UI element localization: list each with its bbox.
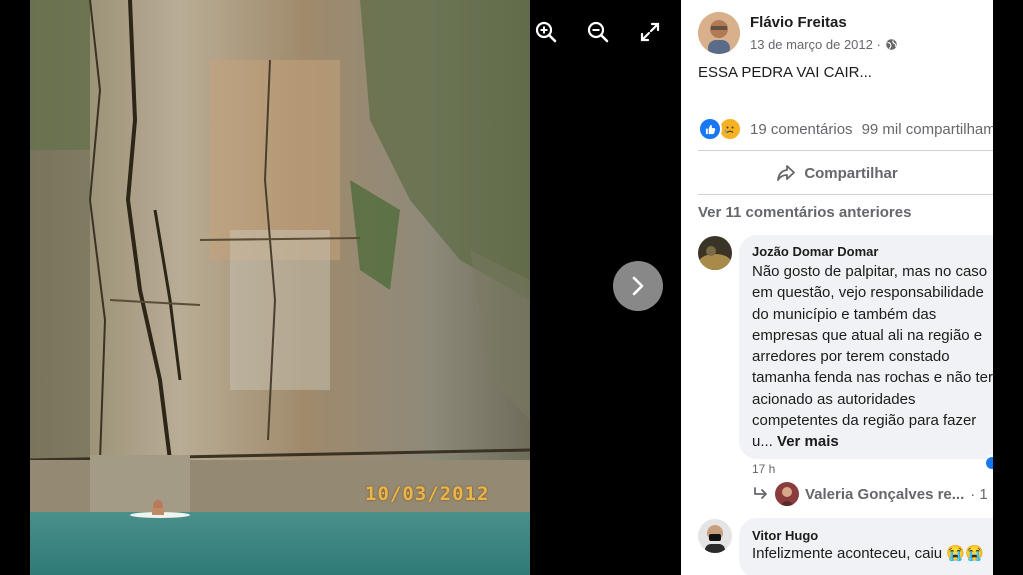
see-more-link[interactable]: Ver mais: [777, 433, 839, 450]
zoom-in-icon[interactable]: [534, 20, 558, 44]
author-avatar[interactable]: [698, 12, 740, 54]
comment-author[interactable]: Jozão Domar Domar: [752, 244, 878, 259]
reply-arrow-icon: [754, 487, 767, 499]
view-previous-comments[interactable]: Ver 11 comentários anteriores: [698, 204, 911, 221]
post-panel: Flávio Freitas 13 de março de 2012 · ESS…: [681, 0, 993, 575]
truncated-text: u...: [752, 433, 773, 451]
reaction-summary: 19 comentários 99 mil compartilhamentos: [698, 117, 993, 141]
post-meta: 13 de março de 2012 ·: [750, 37, 898, 52]
share-button[interactable]: Compartilhar: [681, 152, 993, 194]
comment-text: Infelizmente aconteceu, caiu 😭😭: [752, 545, 984, 562]
comment-author[interactable]: Vitor Hugo: [752, 528, 818, 543]
comments-count[interactable]: 19 comentários: [750, 121, 853, 138]
commenter-avatar[interactable]: [698, 236, 732, 270]
comment-line: do município e também das: [752, 305, 937, 323]
chevron-right-icon: [632, 276, 644, 296]
comment-line: Não gosto de palpitar, mas no caso: [752, 263, 988, 280]
divider: [698, 194, 993, 195]
shares-count[interactable]: 99 mil compartilhamentos: [862, 121, 993, 138]
comment-text: Não gosto de palpitar, mas no caso em qu…: [752, 261, 993, 453]
right-edge-bar: [993, 0, 1023, 575]
post-photo: 10/03/2012: [30, 0, 530, 575]
comment-reaction-icon[interactable]: [984, 455, 993, 471]
globe-icon: [886, 39, 897, 50]
comment-line: empresas que atual ali na região e: [752, 326, 983, 344]
comment-line: em questão, vejo responsabilidade: [752, 284, 984, 302]
comment-line: competentes da região para fazer: [752, 412, 977, 430]
next-photo-button[interactable]: [613, 261, 663, 311]
reply-count: · 1: [970, 485, 988, 503]
fullscreen-icon[interactable]: [638, 20, 662, 44]
photo-date-stamp: 10/03/2012: [365, 483, 490, 505]
reply-preview[interactable]: Valeria Gonçalves re... · 1: [753, 482, 988, 506]
divider: [698, 150, 993, 151]
share-arrow-icon: [777, 165, 796, 181]
comment-line: tamanha fenda nas rochas e não ter: [752, 369, 993, 387]
post-text: ESSA PEDRA VAI CAIR...: [698, 64, 872, 81]
replier-avatar: [775, 482, 799, 506]
post-date[interactable]: 13 de março de 2012 ·: [750, 37, 881, 52]
comment-line: acionado as autoridades: [752, 390, 916, 408]
commenter-avatar[interactable]: [698, 519, 732, 553]
share-label: Compartilhar: [804, 164, 898, 182]
photo-viewer: 10/03/2012: [0, 0, 681, 575]
like-reaction-icon[interactable]: [698, 117, 722, 141]
zoom-out-icon[interactable]: [586, 20, 610, 44]
comment-time[interactable]: 17 h: [752, 462, 775, 476]
post-author[interactable]: Flávio Freitas: [750, 14, 847, 31]
reply-preview-text: Valeria Gonçalves re...: [805, 485, 965, 503]
comment-line: arredores por terem constado: [752, 348, 950, 366]
comment-line: u... Ver mais: [752, 431, 993, 452]
